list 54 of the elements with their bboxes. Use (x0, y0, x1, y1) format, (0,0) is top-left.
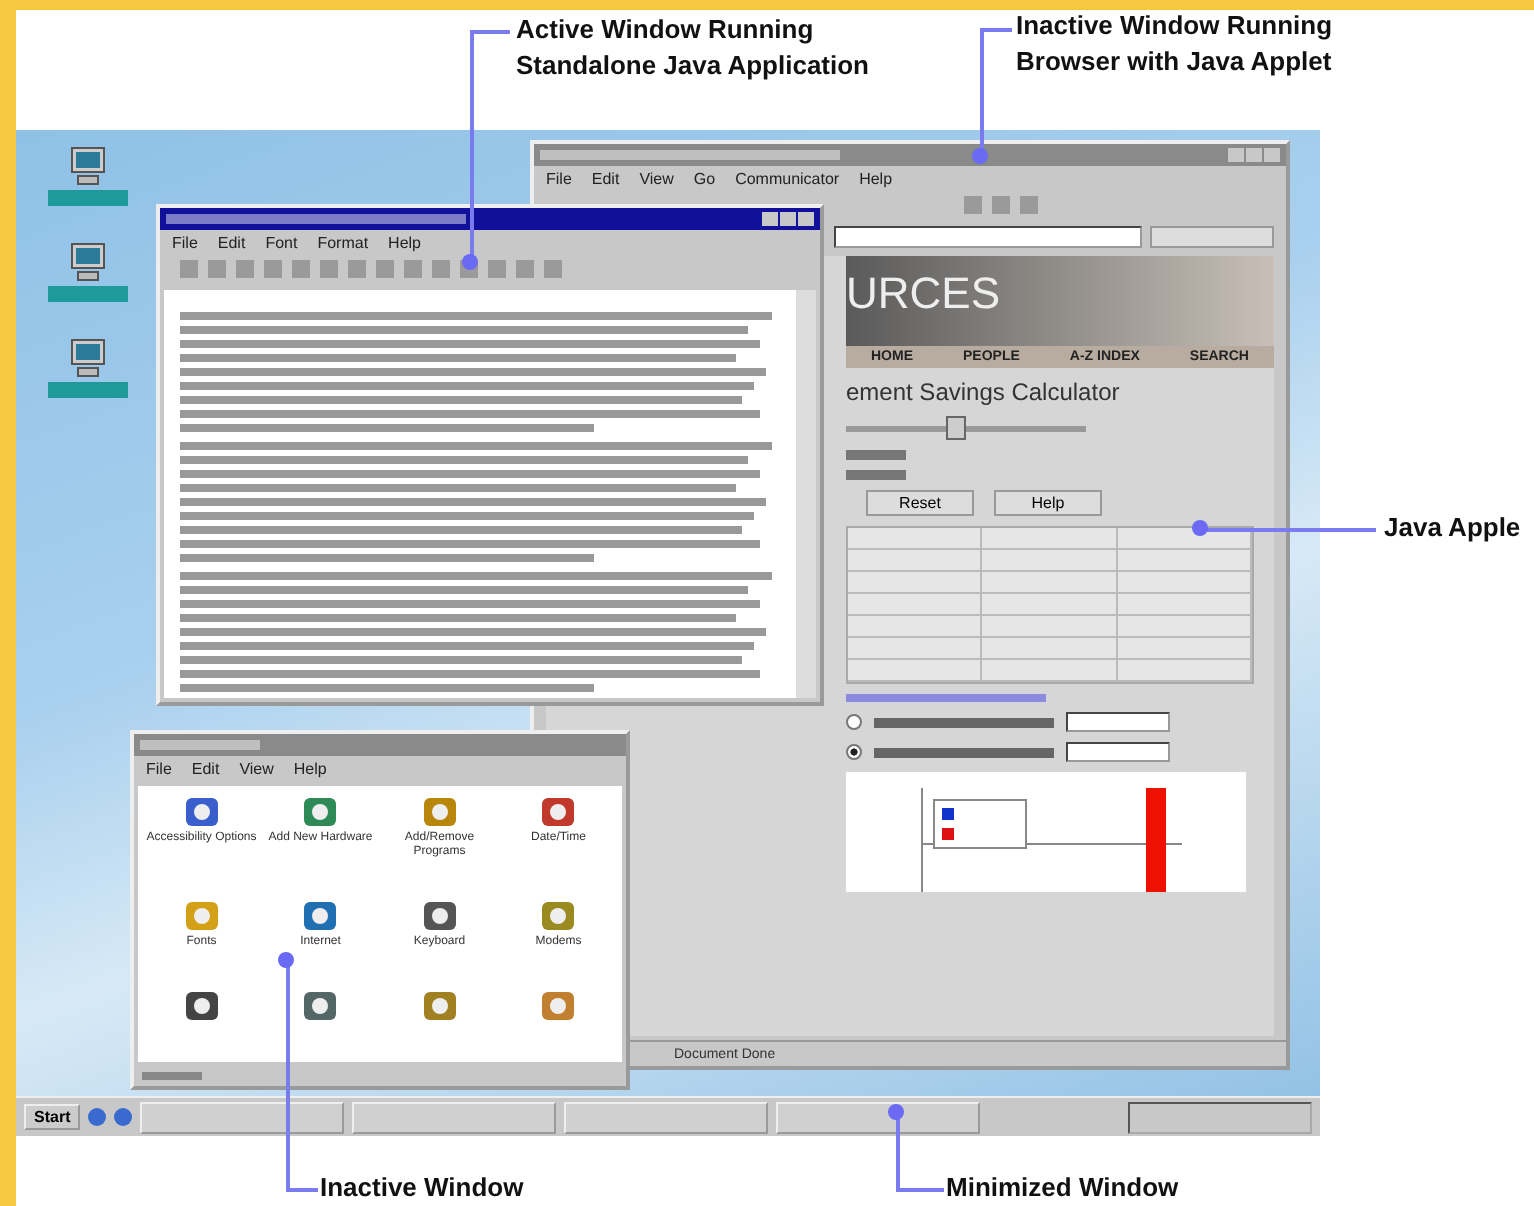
slider[interactable] (846, 416, 1086, 440)
form-button[interactable]: Reset (866, 490, 974, 516)
taskbar-button[interactable] (564, 1101, 769, 1133)
taskbar-button[interactable] (140, 1101, 345, 1133)
menu-item[interactable]: File (172, 234, 198, 252)
whats-related-button[interactable] (1150, 226, 1274, 248)
input-field[interactable] (1066, 742, 1170, 762)
input-field[interactable] (1066, 712, 1170, 732)
menu-item[interactable]: View (639, 170, 674, 188)
menu-item[interactable]: Edit (217, 234, 246, 252)
callout-label: Java Apple (1384, 510, 1521, 546)
blurred-text (846, 450, 906, 460)
menu-item[interactable]: Edit (191, 760, 220, 778)
program-icon[interactable] (181, 794, 222, 830)
taskbar-button[interactable] (352, 1101, 557, 1133)
computer-icon[interactable] (66, 146, 110, 186)
program-icon[interactable] (300, 987, 341, 1024)
menu-item[interactable]: Help (388, 234, 421, 252)
menu-item[interactable]: Format (317, 234, 369, 252)
callout-label: Inactive Window Running Browser with Java Applet (1016, 8, 1333, 81)
menu-item[interactable]: Help (293, 760, 327, 778)
location-field[interactable] (834, 226, 1142, 248)
banner-title: URCES (846, 266, 1003, 320)
program-icon[interactable] (300, 794, 341, 830)
radio-button[interactable] (846, 714, 862, 730)
calculator-heading: ement Savings Calculator (846, 378, 1122, 406)
taskbar-button[interactable] (776, 1101, 981, 1133)
blurred-text (142, 1072, 202, 1080)
computer-icon[interactable] (66, 242, 110, 282)
program-icon[interactable] (538, 794, 579, 830)
callout-label: Minimized Window (946, 1170, 1179, 1206)
radio-button[interactable] (846, 744, 862, 760)
scroll-bar[interactable] (796, 290, 816, 698)
program-icon[interactable] (181, 987, 222, 1024)
menu-item[interactable]: Edit (591, 170, 620, 188)
program-icon[interactable] (300, 897, 341, 934)
blurred-label (48, 190, 128, 206)
menu-item[interactable]: Font (265, 234, 298, 252)
blurred-label (48, 286, 128, 302)
menu-item[interactable]: Go (693, 170, 716, 188)
form-button[interactable]: Help (994, 490, 1102, 516)
callout-label: Active Window Running Standalone Java Application (516, 12, 870, 85)
blurred-label (48, 382, 128, 398)
menu-item[interactable]: Help (859, 170, 893, 188)
program-icon[interactable] (419, 897, 460, 934)
menu-item[interactable]: File (146, 760, 172, 778)
menu-item[interactable]: View (239, 760, 274, 778)
menu-item[interactable]: File (546, 170, 572, 188)
blurred-text (846, 470, 906, 480)
start-button[interactable]: Start (24, 1104, 81, 1130)
computer-icon[interactable] (66, 338, 110, 378)
blurred-title (140, 740, 260, 750)
menu-item[interactable]: Communicator (735, 170, 840, 188)
callout-label: Inactive Window (320, 1170, 524, 1206)
